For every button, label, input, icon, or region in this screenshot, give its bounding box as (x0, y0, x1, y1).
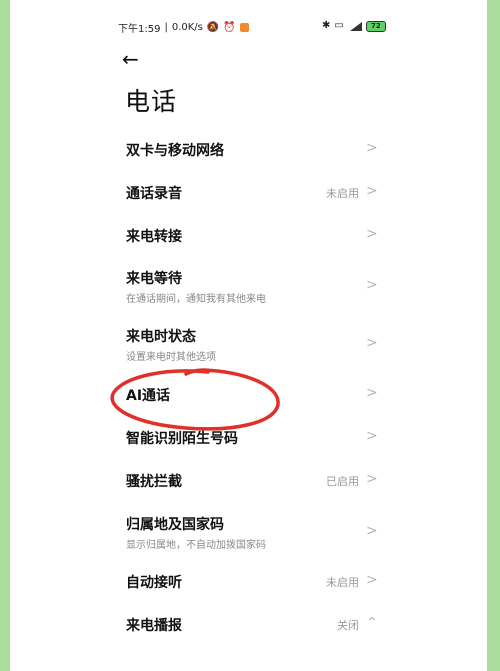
item-label: 自动接听 (126, 575, 182, 591)
battery-level: 72 (370, 22, 381, 30)
item-label: 通话录音 (126, 186, 182, 202)
item-subtitle: 在通话期间，通知我有其他来电 (126, 294, 266, 305)
status-time: 下午1:59 (118, 24, 161, 35)
page-title: 电话 (125, 87, 178, 116)
signal-icon (348, 21, 362, 31)
item-value: 已启用 (326, 475, 359, 488)
bluetooth-icon: ✱ (322, 20, 331, 31)
settings-item-call-announcement[interactable]: 来电播报 关闭 ⌃ (10, 613, 487, 637)
settings-item-incoming-status[interactable]: 来电时状态 设置来电时其他选项 > (10, 324, 487, 364)
app-notification-icon (239, 23, 249, 32)
item-label: 归属地及国家码 (126, 517, 224, 533)
item-subtitle: 设置来电时其他选项 (126, 352, 216, 363)
item-label: 来电等待 (126, 271, 182, 287)
chevron-right-icon: > (366, 471, 378, 487)
settings-item-harassment-block[interactable]: 骚扰拦截 已启用 > (10, 469, 487, 493)
chevron-right-icon: > (366, 523, 378, 539)
chevron-right-icon: > (366, 335, 378, 351)
chevron-up-down-icon: ⌃ (366, 615, 378, 631)
chevron-right-icon: > (366, 572, 378, 588)
chevron-right-icon: > (366, 140, 378, 156)
item-label: AI通话 (126, 388, 171, 404)
phone-screen: 下午1:59 | 0.0K/s 🔕 ⏰ ✱ ▭ 72 ← 电话 双卡与移动网络 … (10, 0, 487, 671)
settings-item-call-recording[interactable]: 通话录音 未启用 > (10, 181, 487, 205)
settings-item-ai-call[interactable]: AI通话 > (10, 383, 487, 407)
item-label: 来电播报 (126, 618, 182, 634)
item-value: 未启用 (326, 187, 359, 200)
status-net-speed: 0.0K/s (171, 22, 203, 33)
item-value: 关闭 (337, 619, 359, 632)
item-label: 来电时状态 (126, 329, 196, 345)
item-label: 骚扰拦截 (126, 474, 182, 490)
battery-icon: 72 (365, 20, 386, 32)
settings-item-location-country-code[interactable]: 归属地及国家码 显示归属地，不自动加拨国家码 > (10, 512, 487, 552)
status-bar: 下午1:59 | 0.0K/s 🔕 ⏰ ✱ ▭ 72 (10, 20, 487, 40)
back-arrow-icon[interactable]: ← (122, 48, 146, 70)
item-label: 来电转接 (126, 229, 182, 245)
chevron-right-icon: > (366, 277, 378, 293)
chevron-right-icon: > (366, 385, 378, 401)
chevron-right-icon: > (366, 183, 378, 199)
item-value: 未启用 (326, 576, 359, 589)
chevron-right-icon: > (366, 428, 378, 444)
settings-item-call-waiting[interactable]: 来电等待 在通话期间，通知我有其他来电 > (10, 266, 487, 306)
settings-item-unknown-number-id[interactable]: 智能识别陌生号码 > (10, 426, 487, 450)
item-subtitle: 显示归属地，不自动加拨国家码 (126, 540, 266, 551)
settings-item-auto-answer[interactable]: 自动接听 未启用 > (10, 570, 487, 594)
chevron-right-icon: > (366, 226, 378, 242)
mute-icon: 🔕 (206, 21, 220, 33)
item-label: 双卡与移动网络 (126, 143, 224, 159)
settings-item-dual-sim[interactable]: 双卡与移动网络 > (10, 138, 487, 162)
alarm-icon: ⏰ (223, 21, 236, 33)
settings-item-call-forwarding[interactable]: 来电转接 > (10, 224, 487, 248)
item-label: 智能识别陌生号码 (126, 431, 238, 447)
volte-icon: ▭ (334, 20, 344, 31)
